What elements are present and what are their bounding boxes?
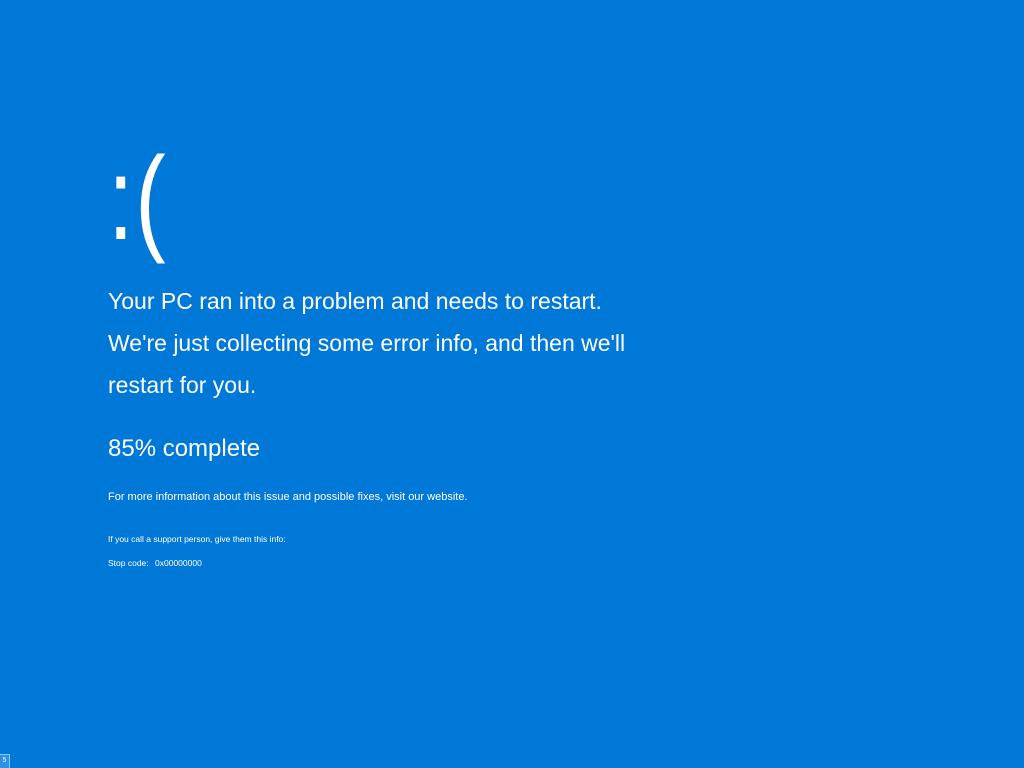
error-message: Your PC ran into a problem and needs to … <box>108 288 626 398</box>
more-info-text: For more information about this issue an… <box>108 491 468 503</box>
corner-indicator: 5 <box>0 754 10 768</box>
sad-face-icon: :( <box>108 133 168 265</box>
stop-code-label: Stop code: <box>108 558 149 568</box>
support-info-text: If you call a support person, give them … <box>108 534 286 544</box>
stop-code-line: Stop code: 0x00000000 <box>108 557 668 569</box>
blue-screen: :( Your PC ran into a problem and needs … <box>0 0 1024 768</box>
error-content: :( Your PC ran into a problem and needs … <box>108 140 668 569</box>
progress-status: 85% complete <box>108 435 261 462</box>
stop-code-value: 0x00000000 <box>155 558 202 568</box>
